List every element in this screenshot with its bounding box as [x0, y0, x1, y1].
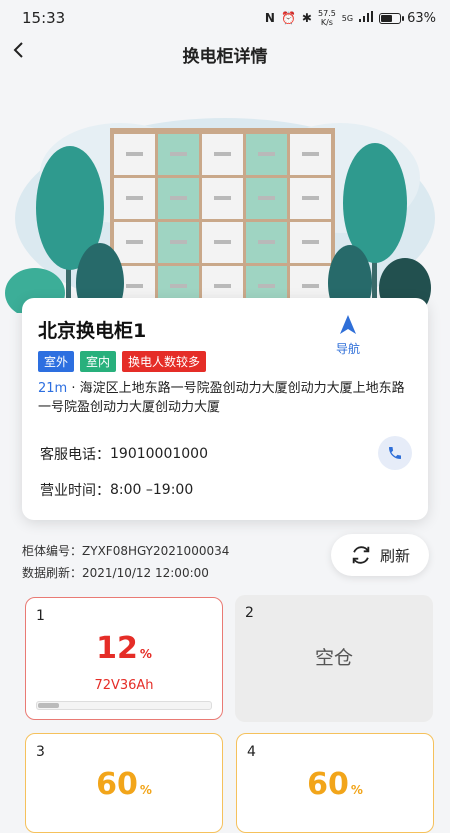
status-bar: 15:33 N ⏰ ✱ 57.5 K/s 5G 63% — [0, 0, 450, 36]
battery-spec: 72V36Ah — [94, 678, 154, 693]
signal-icon — [359, 10, 374, 26]
slot-2[interactable]: 2 空仓 — [235, 595, 433, 722]
hours-label: 营业时间： — [40, 483, 110, 499]
station-card: 北京换电柜1 导航 室外 室内 换电人数较多 21m · 海淀区上地东路一号院盈… — [22, 298, 428, 520]
cabinet-id: ZYXF08HGY2021000034 — [82, 544, 230, 558]
phone-row: 客服电话： 19010001000 — [40, 436, 412, 472]
tag-outdoor: 室外 — [38, 351, 75, 372]
hours-row: 营业时间： 8:00 –19:00 — [40, 480, 193, 500]
phone-icon — [389, 447, 401, 459]
navigation-arrow-icon — [340, 315, 356, 334]
tag-busy: 换电人数较多 — [122, 351, 207, 372]
charge-bar — [36, 701, 212, 710]
cabinet-id-label: 柜体编号： — [22, 544, 83, 558]
slot-1[interactable]: 1 12% 72V36Ah — [25, 597, 223, 720]
battery-icon — [379, 12, 405, 24]
refresh-time: 2021/10/12 12:00:00 — [82, 566, 209, 580]
cabinet-cell-handle — [214, 196, 231, 200]
cabinet-cell-handle — [170, 240, 187, 244]
cabinet-cell-handle — [302, 240, 319, 244]
refresh-button[interactable]: 刷新 — [331, 534, 429, 576]
hours-value: 8:00 –19:00 — [110, 482, 194, 498]
phone-number: 19010001000 — [110, 446, 208, 462]
bluetooth-icon: ✱ — [301, 11, 312, 25]
cabinet-cell-handle — [302, 284, 319, 288]
slot-4[interactable]: 4 60% — [236, 733, 434, 833]
cabinet-cell-handle — [170, 196, 187, 200]
battery-percent: 63% — [407, 10, 436, 26]
cabinet-meta: 柜体编号：ZYXF08HGY2021000034 数据刷新：2021/10/12… — [22, 540, 229, 584]
cabinet-cell-handle — [214, 284, 231, 288]
status-time: 15:33 — [22, 9, 66, 27]
cabinet-cell-handle — [258, 240, 275, 244]
cabinet-cell-handle — [126, 240, 143, 244]
call-button[interactable] — [378, 436, 412, 470]
station-address: 21m · 海淀区上地东路一号院盈创动力大厦创动力大厦上地东路一号院盈创动力大厦… — [38, 379, 412, 417]
slot-number: 3 — [36, 744, 45, 760]
cabinet-cell-handle — [126, 152, 143, 156]
cabinet-cell-handle — [170, 152, 187, 156]
slot-number: 2 — [245, 605, 254, 621]
navigation-label: 导航 — [335, 342, 360, 356]
empty-slot-label: 空仓 — [314, 647, 353, 669]
refresh-icon — [352, 546, 370, 564]
slot-charge: 60% — [96, 767, 152, 802]
cabinet-cell-handle — [258, 196, 275, 200]
address-text: · 海淀区上地东路一号院盈创动力大厦创动力大厦上地东路一号院盈创动力大厦创动力大… — [38, 381, 405, 415]
cabinet-cell-handle — [302, 152, 319, 156]
back-icon[interactable] — [12, 40, 26, 66]
cabinet-illustration — [5, 118, 435, 313]
slot-number: 4 — [247, 744, 256, 760]
refresh-label: 刷新 — [379, 546, 410, 565]
refresh-time-label: 数据刷新： — [22, 566, 83, 580]
cabinet-cell-handle — [258, 284, 275, 288]
slot-charge: 60% — [307, 767, 363, 802]
cabinet-cell-handle — [126, 196, 143, 200]
nfc-icon: N — [264, 11, 275, 25]
cabinet-cell-handle — [214, 240, 231, 244]
navigation-button[interactable]: 导航 — [328, 314, 368, 357]
cabinet-cell-handle — [126, 284, 143, 288]
cabinet-cell-handle — [302, 196, 319, 200]
page-title: 换电柜详情 — [182, 46, 268, 67]
page-header: 换电柜详情 — [0, 36, 450, 72]
station-distance: 21m — [38, 381, 68, 396]
cabinet-cell-handle — [258, 152, 275, 156]
slot-3[interactable]: 3 60% — [25, 733, 223, 833]
status-icons: N ⏰ ✱ 57.5 K/s 5G 63% — [265, 9, 436, 27]
cabinet-cell-handle — [170, 284, 187, 288]
cabinet-cell-handle — [214, 152, 231, 156]
network-speed: 57.5 K/s — [317, 9, 336, 27]
signal-5g: 5G — [341, 13, 354, 23]
slot-charge: 12% — [96, 631, 152, 666]
alarm-icon: ⏰ — [280, 11, 296, 25]
phone-label: 客服电话： — [40, 447, 110, 463]
tag-indoor: 室内 — [80, 351, 117, 372]
slot-number: 1 — [36, 608, 45, 624]
